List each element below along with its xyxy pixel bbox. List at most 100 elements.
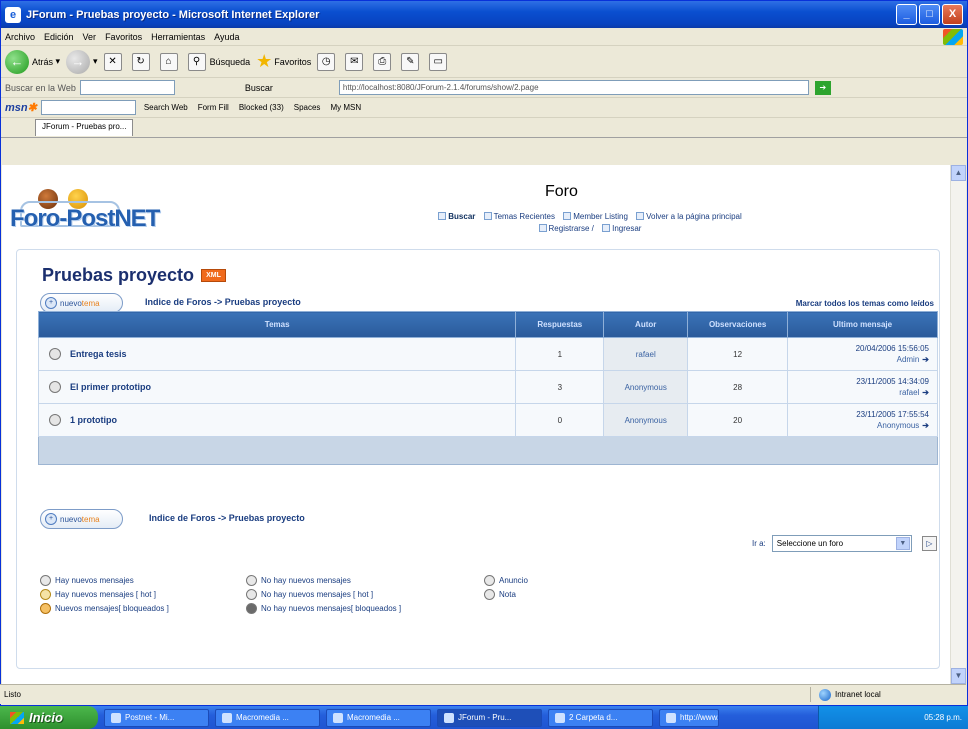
table-row: El primer prototipo 3 Anonymous 28 23/11… [37, 370, 938, 404]
last-date: 23/11/2005 17:55:54 [856, 410, 929, 419]
maximize-button[interactable]: □ [919, 4, 940, 25]
address-input[interactable]: http://localhost:8080/JForum-2.1.4/forum… [338, 80, 809, 95]
scroll-down-icon[interactable]: ▼ [951, 668, 966, 684]
print-button[interactable]: ⎙ [373, 52, 395, 71]
web-search-input[interactable] [79, 80, 175, 95]
ingresar-link[interactable]: Ingresar [612, 224, 641, 233]
vertical-scrollbar[interactable]: ▲ ▼ [950, 165, 966, 684]
last-author-link[interactable]: Anonymous [877, 421, 919, 430]
forum-select[interactable]: Seleccione un foro ▼ [771, 535, 912, 552]
msn-search-input[interactable] [40, 100, 136, 115]
task-button[interactable]: 2 Carpeta d... [548, 708, 653, 727]
volver-link[interactable]: Volver a la página principal [646, 212, 742, 221]
last-author-link[interactable]: Admin [897, 355, 920, 364]
go-button[interactable]: ➔ [814, 80, 831, 95]
my-msn-button[interactable]: My MSN [330, 103, 361, 112]
jump-go-button[interactable]: ▷ [921, 536, 937, 551]
last-date: 23/11/2005 14:34:09 [856, 377, 929, 386]
author-link[interactable]: Anonymous [603, 370, 689, 404]
home-icon: ⌂ [159, 52, 178, 71]
app-icon [555, 712, 565, 723]
minimize-button[interactable]: _ [896, 4, 917, 25]
blocked-button[interactable]: Blocked (33) [239, 103, 284, 112]
views-cell: 28 [687, 370, 789, 404]
col-replies: Respuestas [515, 311, 605, 338]
views-cell: 20 [687, 403, 789, 437]
menu-ayuda[interactable]: Ayuda [214, 32, 239, 42]
tab-jforum[interactable]: JForum - Pruebas pro... [35, 119, 134, 136]
history-button[interactable]: ◷ [317, 52, 339, 71]
topic-link[interactable]: Entrega tesis [70, 349, 127, 359]
stop-button[interactable]: ✕ [103, 52, 126, 71]
spaces-button[interactable]: Spaces [294, 103, 321, 112]
go-to-last-icon[interactable]: ➔ [922, 421, 929, 430]
new-topic-icon: + [45, 297, 57, 309]
search-icon [438, 212, 447, 220]
printer-icon: ⎙ [373, 52, 392, 71]
close-button[interactable]: X [942, 4, 963, 25]
form-fill-button[interactable]: Form Fill [198, 103, 229, 112]
buscar-link[interactable]: Buscar [448, 212, 475, 221]
refresh-button[interactable]: ↻ [131, 52, 154, 71]
task-button-active[interactable]: JForum - Pru... [437, 708, 542, 727]
announce-icon [484, 575, 495, 586]
msn-logo: msn✱ [5, 102, 37, 114]
member-listing-link[interactable]: Member Listing [573, 212, 628, 221]
search-web-button[interactable]: Search Web [144, 103, 188, 112]
title-bar[interactable]: e JForum - Pruebas proyecto - Microsoft … [1, 1, 967, 28]
task-button[interactable]: http://www.... [659, 708, 719, 727]
mail-button[interactable]: ✉ [345, 52, 367, 71]
mark-all-read-link[interactable]: Marcar todos los temas como leídos [796, 299, 934, 308]
task-button[interactable]: Macromedia ... [326, 708, 431, 727]
replies-cell: 0 [515, 403, 605, 437]
window-title: JForum - Pruebas proyecto - Microsoft In… [26, 8, 320, 21]
scroll-up-icon[interactable]: ▲ [951, 165, 966, 181]
topic-link[interactable]: El primer prototipo [70, 382, 151, 392]
menu-ver[interactable]: Ver [83, 32, 97, 42]
xml-feed-badge[interactable]: XML [201, 269, 226, 282]
forward-button[interactable]: → ▾ [66, 49, 98, 74]
new-topic-button-top[interactable]: + nuevo tema [40, 293, 123, 313]
go-to-last-icon[interactable]: ➔ [922, 355, 929, 364]
topic-status-icon [49, 414, 61, 426]
status-bar: Listo Intranet local [0, 684, 966, 704]
history-icon: ◷ [317, 52, 336, 71]
site-logo[interactable]: Foro-PostNET [10, 189, 215, 235]
replies-cell: 3 [515, 370, 605, 404]
menu-herramientas[interactable]: Herramientas [151, 32, 205, 42]
search-button[interactable]: ⚲ Búsqueda [187, 52, 250, 71]
registrarse-link[interactable]: Registrarse / [549, 224, 594, 233]
edit-button[interactable]: ✎ [401, 52, 423, 71]
members-icon [563, 212, 572, 220]
app-icon [222, 712, 232, 723]
sticky-icon [484, 589, 495, 600]
folder-button[interactable]: ▭ [429, 52, 451, 71]
go-to-last-icon[interactable]: ➔ [922, 388, 929, 397]
home-button[interactable]: ⌂ [159, 52, 182, 71]
author-link[interactable]: rafael [603, 337, 689, 371]
buscar-button[interactable]: Buscar [245, 83, 273, 93]
ie-icon: e [5, 6, 21, 23]
author-link[interactable]: Anonymous [603, 403, 689, 437]
replies-cell: 1 [515, 337, 605, 371]
clock: 05:28 p.m. [924, 713, 962, 722]
standard-toolbar: ← Atrás ▾ → ▾ ✕ ↻ ⌂ ⚲ Búsqueda ★ Favorito… [1, 46, 967, 78]
task-button[interactable]: Postnet - Mi... [104, 708, 209, 727]
breadcrumb-top[interactable]: Indice de Foros -> Pruebas proyecto [145, 297, 301, 307]
breadcrumb-bottom[interactable]: Indice de Foros -> Pruebas proyecto [149, 513, 305, 523]
temas-recientes-link[interactable]: Temas Recientes [494, 212, 555, 221]
new-topic-button-bottom[interactable]: + nuevo tema [40, 509, 123, 529]
edit-icon: ✎ [401, 52, 420, 71]
task-button[interactable]: Macromedia ... [215, 708, 320, 727]
menu-edicion[interactable]: Edición [44, 32, 74, 42]
last-author-link[interactable]: rafael [899, 388, 919, 397]
back-button[interactable]: ← Atrás ▾ [5, 49, 60, 74]
favorites-button[interactable]: ★ Favoritos [256, 51, 311, 72]
menu-archivo[interactable]: Archivo [5, 32, 35, 42]
menu-favoritos[interactable]: Favoritos [105, 32, 142, 42]
start-button[interactable]: Inicio [0, 706, 98, 729]
table-footer-row [38, 436, 938, 465]
table-row: 1 prototipo 0 Anonymous 20 23/11/2005 17… [37, 403, 938, 437]
topic-link[interactable]: 1 prototipo [70, 415, 117, 425]
topics-table: Temas Respuestas Autor Observaciones Ult… [37, 311, 938, 465]
